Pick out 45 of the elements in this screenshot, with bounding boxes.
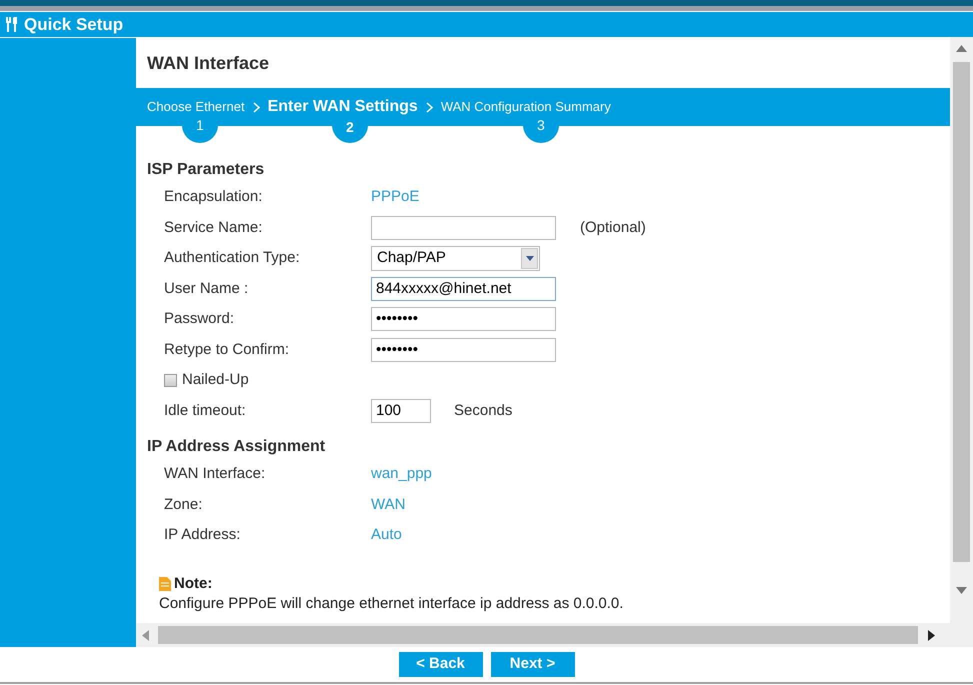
unit-label: Seconds — [454, 400, 512, 420]
window-title: Quick Setup — [24, 14, 124, 36]
note-title: Note: — [174, 574, 212, 594]
step-number: 1 — [196, 118, 204, 132]
vertical-scrollbar[interactable] — [950, 37, 973, 623]
note-text: Configure PPPoE will change ethernet interface ip address as 0.0.0.0. — [159, 595, 624, 613]
input-field[interactable]: •••••••• — [371, 338, 556, 362]
scroll-thumb[interactable] — [953, 62, 970, 562]
chevron-icon — [252, 102, 260, 112]
scroll-right-icon[interactable] — [928, 630, 935, 640]
field-value: WAN — [371, 494, 406, 514]
input-field[interactable]: •••••••• — [371, 307, 556, 332]
input-field[interactable]: 844xxxxx@hinet.net — [371, 276, 556, 301]
field-value: wan_ppp — [371, 464, 432, 484]
scroll-up-icon[interactable] — [956, 45, 967, 52]
field-label: Zone: — [164, 494, 204, 514]
chevron-icon — [426, 102, 433, 112]
section-title: IP Address Assignment — [147, 437, 326, 457]
horizontal-scrollbar[interactable] — [136, 623, 973, 647]
field-label: Retype to Confirm: — [164, 340, 290, 360]
field-label: Service Name: — [164, 218, 264, 238]
field-label: Authentication Type: — [164, 248, 301, 268]
tools-icon — [4, 16, 20, 33]
field-label: Password: — [164, 309, 236, 329]
checkbox[interactable] — [164, 374, 177, 387]
checkbox-label: Nailed-Up — [182, 370, 249, 390]
field-label: WAN Interface: — [164, 464, 266, 484]
scroll-down-icon[interactable] — [956, 587, 967, 594]
field-value: PPPoE — [371, 187, 420, 207]
scroll-thumb[interactable] — [158, 626, 918, 644]
dropdown[interactable]: Chap/PAP — [371, 246, 540, 271]
input-field[interactable] — [371, 216, 556, 240]
scroll-left-icon[interactable] — [142, 630, 149, 640]
step-number: 3 — [537, 118, 545, 132]
note-icon — [159, 576, 171, 591]
input-field[interactable]: 100 — [371, 398, 431, 423]
field-value: Auto — [371, 525, 402, 545]
field-label: User Name : — [164, 278, 250, 298]
field-label: Idle timeout: — [164, 400, 247, 420]
section-title: ISP Parameters — [147, 160, 266, 180]
field-label: IP Address: — [164, 525, 242, 545]
hint-text: (Optional) — [580, 218, 646, 238]
page-title: WAN Interface — [147, 52, 270, 75]
field-label: Encapsulation: — [164, 187, 264, 207]
step-number: 2 — [346, 120, 354, 134]
